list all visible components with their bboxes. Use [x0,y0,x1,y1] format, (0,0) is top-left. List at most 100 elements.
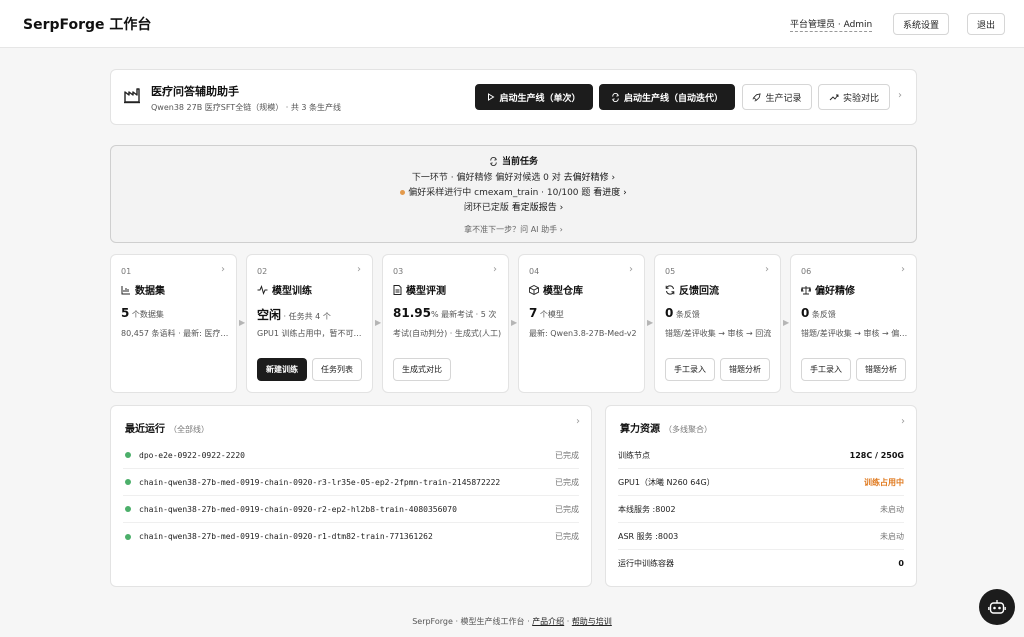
chevron-right-icon[interactable]: › [576,416,580,427]
task-list-button[interactable]: 任务列表 [312,358,362,381]
go-preference-link[interactable]: 去偏好精修 › [564,173,615,183]
stage-title-text: 模型仓库 [543,286,583,297]
run-name: chain-qwen38-27b-med-0919-chain-0920-r2-… [139,504,457,514]
chevron-right-icon: › [765,264,769,275]
error-analysis-button[interactable]: 错题分析 [856,358,906,381]
status-success-icon [125,506,131,512]
run-status: 已完成 [555,450,579,460]
flow-arrow-icon: ▶ [511,318,518,327]
loop-icon [490,156,497,167]
resource-row: ASR 服务 :8003 未启动 [618,523,904,550]
stage-value-unit: 条反馈 [809,310,836,319]
stage-value-unit: · 任务共 4 个 [281,312,331,321]
stage-value-number: 81.95 [393,306,431,320]
stage-value: 5 个数据集 [121,306,164,320]
production-records-button[interactable]: 生产记录 [742,84,812,110]
view-progress-link[interactable]: 看进度 › [593,188,626,198]
run-name: dpo-e2e-0922-0922-2220 [139,450,245,460]
top-bar: SerpForge 工作台 平台管理员 · Admin 系统设置 退出 [0,0,1024,48]
stage-title-text: 反馈回流 [679,286,719,297]
product-intro-link[interactable]: 产品介绍 [532,617,564,626]
start-pipeline-auto-button[interactable]: 启动生产线（自动迭代） [599,84,735,110]
table-row[interactable]: dpo-e2e-0922-0922-2220 已完成 [123,442,579,469]
ai-assistant-button[interactable] [979,589,1015,625]
task-sampling-text: 偏好采样进行中 cmexam_train · 10/100 题 [408,188,594,198]
logout-button[interactable]: 退出 [967,13,1005,35]
table-row[interactable]: chain-qwen38-27b-med-0919-chain-0920-r3-… [123,469,579,496]
resource-value: 训练占用中 [864,477,904,487]
stage-card-dataset[interactable]: 01 › 数据集 5 个数据集 80,457 条语料 · 最新: 医疗问答... [110,254,237,393]
chevron-right-icon: › [629,264,633,275]
stage-title: 反馈回流 [665,282,719,297]
status-success-icon [125,479,131,485]
new-training-button[interactable]: 新建训练 [257,358,307,381]
chevron-right-icon: › [901,264,905,275]
stage-value-unit: 条反馈 [673,310,700,319]
stage-value-number: 空闲 [257,308,282,322]
user-menu[interactable]: 平台管理员 · Admin [790,17,873,32]
stage-value: 81.95% 最新考试 · 5 次 [393,306,496,320]
manual-entry-button[interactable]: 手工录入 [665,358,715,381]
recent-runs-title: 最近运行 （全部线） [125,420,209,435]
stage-desc: 80,457 条语料 · 最新: 医疗问答... [121,329,231,338]
stage-value-unit: 个模型 [537,310,564,319]
factory-icon [124,88,140,104]
start-pipeline-single-button[interactable]: 启动生产线（单次） [475,84,593,110]
stage-title-text: 数据集 [135,286,165,297]
run-status: 已完成 [555,477,579,487]
resource-label: GPU1（沐曦 N260 64G） [618,477,715,487]
recent-runs-title-text: 最近运行 [125,424,165,435]
flow-arrow-icon: ▶ [239,318,246,327]
table-row[interactable]: chain-qwen38-27b-med-0919-chain-0920-r2-… [123,496,579,523]
resource-row: GPU1（沐曦 N260 64G） 训练占用中 [618,469,904,496]
compute-resources-panel: 算力资源 （多线聚合） › 训练节点 128C / 250G GPU1（沐曦 N2… [605,405,917,587]
settings-button[interactable]: 系统设置 [893,13,949,35]
current-task-title-text: 当前任务 [501,157,538,167]
stage-number: 04 [529,267,540,276]
manual-entry-button[interactable]: 手工录入 [801,358,851,381]
recent-runs-panel: 最近运行 （全部线） › dpo-e2e-0922-0922-2220 已完成 c… [110,405,592,587]
stage-card-model-repo[interactable]: 04 › 模型仓库 7 个模型 最新: Qwen3.8-27B-Med-v2 [518,254,645,393]
robot-icon [988,600,1006,614]
table-row[interactable]: chain-qwen38-27b-med-0919-chain-0920-r1-… [123,523,579,550]
project-card: 医疗问答辅助助手 Qwen38 27B 医疗SFT全链（规模） · 共 3 条生… [110,69,917,125]
error-analysis-button[interactable]: 错题分析 [720,358,770,381]
resource-row: 本线服务 :8002 未启动 [618,496,904,523]
status-success-icon [125,452,131,458]
bar-chart-icon [121,285,130,294]
activity-icon [257,284,268,295]
stage-card-preference[interactable]: 06 › 偏好精修 0 条反馈 错题/差评收集 → 审核 → 偏好对 手工录入 … [790,254,917,393]
stage-title-text: 偏好精修 [815,286,855,297]
chevron-right-icon[interactable]: › [901,416,905,427]
flow-arrow-icon: ▶ [647,318,654,327]
loop-icon [612,92,619,102]
start-pipeline-single-label: 启动生产线（单次） [499,93,581,104]
stage-card-feedback[interactable]: 05 › 反馈回流 0 条反馈 错题/差评收集 → 审核 → 回流 手工录入 错… [654,254,781,393]
resources-title: 算力资源 （多线聚合） [620,420,712,435]
help-training-link[interactable]: 帮助与培训 [572,617,612,626]
ask-ai-link[interactable]: 拿不准下一步？问 AI 助手 › [111,224,916,235]
package-icon [529,284,539,295]
stage-value: 空闲 · 任务共 4 个 [257,306,331,323]
stage-card-training[interactable]: 02 › 模型训练 空闲 · 任务共 4 个 GPU1 训练占用中，暂不可新建 … [246,254,373,393]
stage-desc: 错题/差评收集 → 审核 → 偏好对 [801,329,911,338]
stage-title-text: 模型训练 [272,286,312,297]
stage-card-evaluation[interactable]: 03 › 模型评测 81.95% 最新考试 · 5 次 考试(自动判分) · 生… [382,254,509,393]
resource-label: 训练节点 [618,450,650,460]
start-pipeline-auto-label: 启动生产线（自动迭代） [623,93,723,104]
task-finalized: 闭环已定版 看定版报告 › [111,200,916,213]
rocket-icon [753,92,762,101]
current-task-title: 当前任务 [111,154,916,167]
chevron-right-icon[interactable]: › [898,90,902,101]
generative-compare-button[interactable]: 生成式对比 [393,358,451,381]
brand-title: SerpForge 工作台 [23,17,152,33]
play-icon [488,93,495,101]
stage-number: 02 [257,267,268,276]
stage-title-text: 模型评测 [406,286,446,297]
view-final-report-link[interactable]: 看定版报告 › [512,203,563,213]
stage-desc: 考试(自动判分) · 生成式(人工) [393,329,502,338]
project-title: 医疗问答辅助助手 [151,85,239,98]
run-status: 已完成 [555,532,579,541]
stage-title: 偏好精修 [801,282,855,297]
experiment-compare-button[interactable]: 实验对比 [818,84,890,110]
